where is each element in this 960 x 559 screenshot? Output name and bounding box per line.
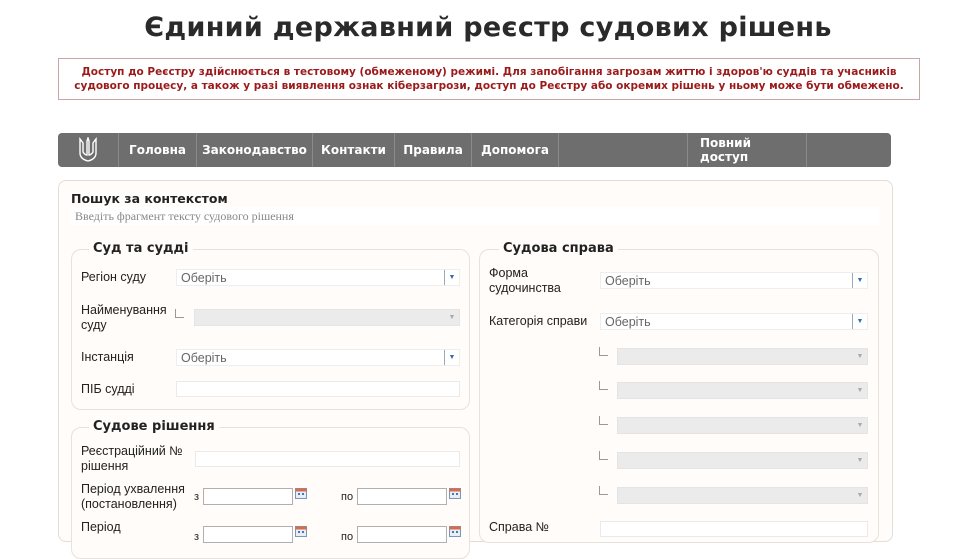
context-search-label: Пошук за контекстом	[71, 191, 228, 206]
reg-from-input[interactable]	[203, 526, 293, 543]
judge-name-input[interactable]	[176, 381, 460, 397]
instance-select[interactable]: Оберіть ▼	[176, 349, 460, 366]
tree-corner-icon	[599, 486, 608, 495]
chevron-down-icon: ▼	[852, 273, 867, 288]
adopt-from-input[interactable]	[203, 488, 293, 505]
subcategory-select-1[interactable]: ▼	[617, 348, 868, 365]
judge-label: ПІБ судді	[81, 382, 135, 396]
main-nav: Головна Законодавство Контакти Правила Д…	[58, 133, 891, 167]
court-name-select[interactable]: ▼	[194, 309, 460, 326]
region-select[interactable]: Оберіть ▼	[176, 269, 460, 286]
region-value: Оберіть	[181, 271, 227, 285]
nav-contacts[interactable]: Контакти	[313, 133, 395, 167]
reg-period-label: Період	[81, 520, 121, 534]
reg-number-label: Реєстраційний № рішення	[81, 444, 183, 473]
subcategory-select-3[interactable]: ▼	[617, 417, 868, 434]
nav-home[interactable]: Головна	[119, 133, 197, 167]
chevron-down-icon: ▼	[448, 313, 456, 321]
chevron-down-icon: ▼	[444, 270, 459, 285]
decision-group-title: Судове рішення	[89, 419, 219, 434]
category-select[interactable]: Оберіть ▼	[600, 313, 868, 330]
form-value: Оберіть	[605, 274, 651, 288]
category-value: Оберіть	[605, 315, 651, 329]
tree-corner-icon	[599, 451, 608, 460]
adopt-to-input[interactable]	[357, 488, 447, 505]
chevron-down-icon: ▼	[856, 456, 864, 464]
case-number-input[interactable]	[600, 521, 868, 537]
category-label: Категорія справи	[489, 314, 588, 328]
chevron-down-icon: ▼	[856, 421, 864, 429]
adopt-period-label: Період ухвалення (постановлення)	[81, 482, 185, 511]
calendar-icon[interactable]	[449, 488, 461, 499]
chevron-down-icon: ▼	[444, 350, 459, 365]
subcategory-select-4[interactable]: ▼	[617, 452, 868, 469]
tree-corner-icon	[599, 381, 608, 390]
tree-corner-icon	[599, 416, 608, 425]
adopt-to-label: по	[341, 491, 354, 503]
calendar-icon[interactable]	[295, 488, 307, 499]
nav-help[interactable]: Допомога	[472, 133, 559, 167]
chevron-down-icon: ▼	[852, 314, 867, 329]
instance-value: Оберіть	[181, 351, 227, 365]
reg-from-label: з	[194, 531, 200, 543]
court-name-label: Найменування суду	[81, 303, 167, 332]
nav-full-access[interactable]: Повний доступ	[688, 133, 807, 167]
nav-legislation[interactable]: Законодавство	[197, 133, 313, 167]
page-title: Єдиний державний реєстр судових рішень	[144, 12, 832, 43]
court-group-title: Суд та судді	[89, 241, 193, 256]
subcategory-select-5[interactable]: ▼	[617, 487, 868, 504]
chevron-down-icon: ▼	[856, 386, 864, 394]
chevron-down-icon: ▼	[856, 352, 864, 360]
page: Єдиний державний реєстр судових рішень Д…	[48, 0, 928, 559]
nav-rules[interactable]: Правила	[395, 133, 472, 167]
chevron-down-icon: ▼	[856, 491, 864, 499]
form-label: Форма судочинства	[489, 266, 561, 295]
nav-spacer	[559, 133, 688, 167]
tree-corner-icon	[599, 347, 608, 356]
trident-icon[interactable]	[58, 133, 119, 167]
calendar-icon[interactable]	[449, 526, 461, 537]
case-number-label: Справа №	[489, 520, 550, 534]
calendar-icon[interactable]	[295, 526, 307, 537]
tree-corner-icon	[175, 309, 184, 318]
subcategory-select-2[interactable]: ▼	[617, 382, 868, 399]
region-label: Регіон суду	[81, 270, 147, 284]
context-search-input[interactable]: Введіть фрагмент тексту судового рішення	[71, 207, 879, 225]
form-select[interactable]: Оберіть ▼	[600, 272, 868, 289]
reg-to-input[interactable]	[357, 526, 447, 543]
adopt-from-label: з	[194, 491, 200, 503]
search-form: Пошук за контекстом Введіть фрагмент тек…	[58, 180, 893, 559]
access-notice: Доступ до Реєстру здійснюється в тестово…	[58, 58, 920, 100]
reg-to-label: по	[341, 531, 354, 543]
reg-number-input[interactable]	[195, 451, 460, 467]
instance-label: Інстанція	[81, 350, 134, 364]
case-group-title: Судова справа	[499, 241, 618, 256]
